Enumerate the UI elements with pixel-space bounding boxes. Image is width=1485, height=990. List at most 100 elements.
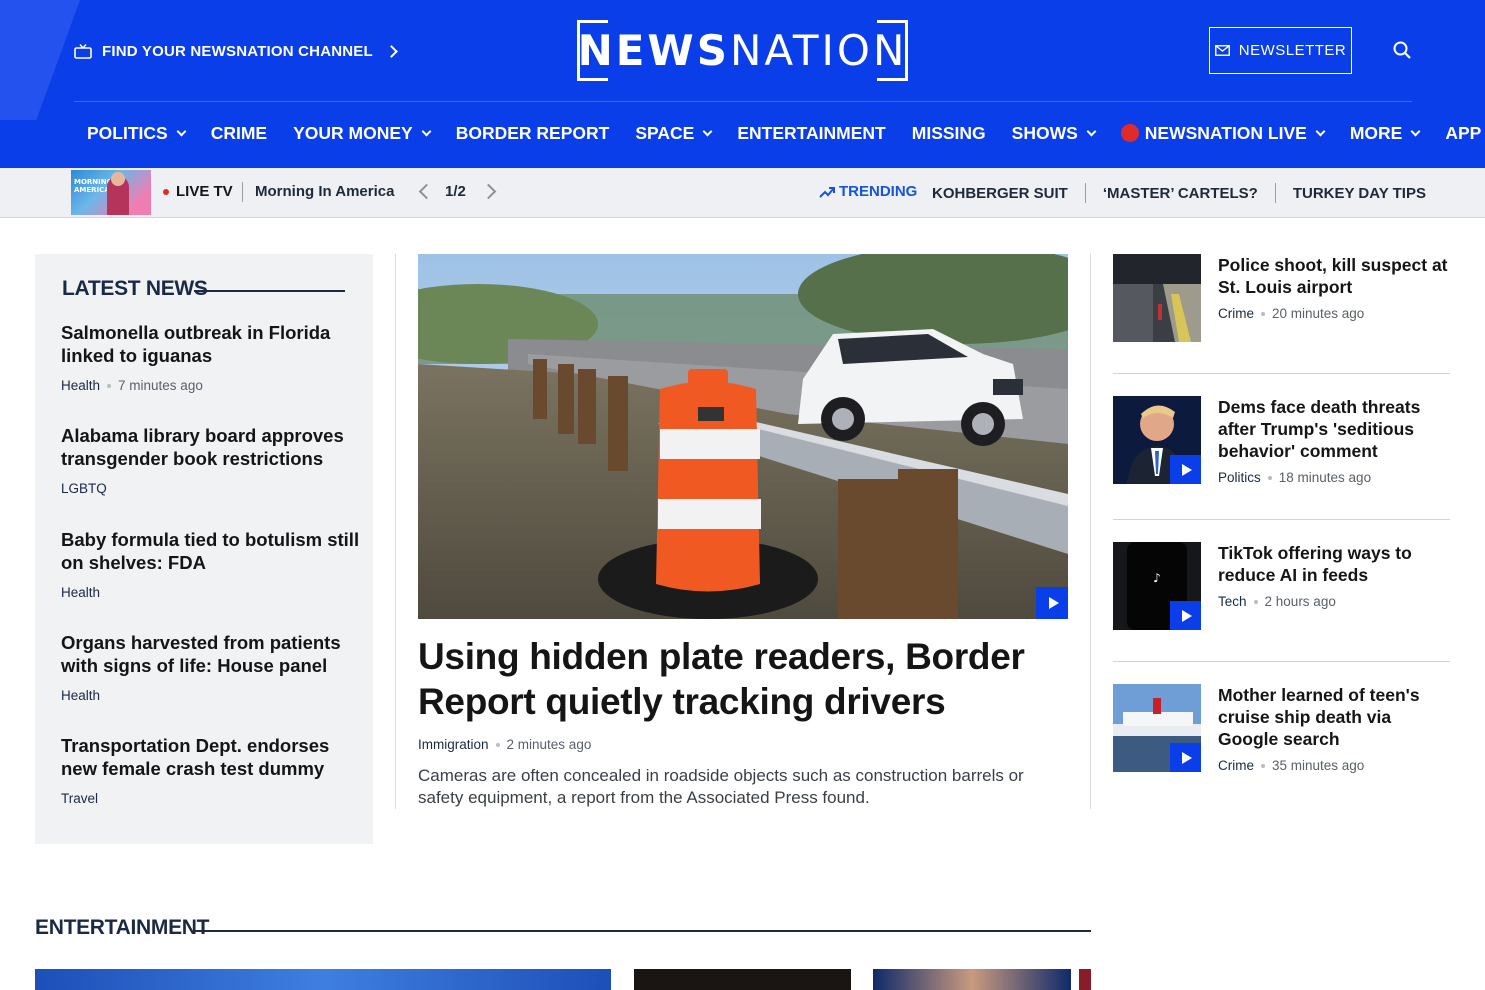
chevron-right-icon[interactable] <box>480 183 497 200</box>
chevron-down-icon <box>1086 126 1097 136</box>
divider <box>1113 373 1450 374</box>
category-link[interactable]: Travel <box>61 791 98 806</box>
headline-link[interactable]: Transportation Dept. endorses new female… <box>61 734 361 780</box>
headline-link[interactable]: Mother learned of teen's cruise ship dea… <box>1218 684 1450 750</box>
nav-item-more[interactable]: MORE <box>1350 123 1421 144</box>
chevron-down-icon <box>1410 126 1421 136</box>
divider <box>242 182 243 202</box>
entertainment-card-image[interactable] <box>634 969 851 990</box>
headline-link[interactable]: Police shoot, kill suspect at St. Louis … <box>1218 254 1450 298</box>
trending-link[interactable]: KOHBERGER SUIT <box>932 185 1068 202</box>
newsletter-button[interactable]: NEWSLETTER <box>1209 27 1352 74</box>
nav-item-shows[interactable]: SHOWS <box>1012 123 1097 144</box>
play-video-button[interactable] <box>1170 455 1201 484</box>
divider <box>1274 183 1276 203</box>
timestamp: 20 minutes ago <box>1272 306 1365 321</box>
trending-links: KOHBERGER SUIT ‘MASTER’ CARTELS? TURKEY … <box>932 183 1426 203</box>
category-link[interactable]: LGBTQ <box>61 481 107 496</box>
category-link[interactable]: Crime <box>1218 758 1254 773</box>
trending-link[interactable]: TURKEY DAY TIPS <box>1293 185 1426 202</box>
column-divider <box>395 254 396 809</box>
divider <box>1113 519 1450 520</box>
section-rule <box>194 290 345 292</box>
search-icon[interactable] <box>1393 41 1411 59</box>
main-story-meta: Immigration 2 minutes ago <box>418 737 591 752</box>
pagination-count: 1/2 <box>445 183 466 200</box>
entertainment-card-image[interactable] <box>35 969 611 990</box>
chevron-down-icon <box>1315 126 1326 136</box>
headline-link[interactable]: Salmonella outbreak in Florida linked to… <box>61 321 361 367</box>
trending-link[interactable]: ‘MASTER’ CARTELS? <box>1103 185 1258 202</box>
current-show-name[interactable]: Morning In America <box>255 183 394 200</box>
latest-news-title: LATEST NEWS <box>62 277 208 300</box>
timestamp: 18 minutes ago <box>1278 470 1372 485</box>
category-link[interactable]: Politics <box>1218 470 1261 485</box>
play-video-button[interactable] <box>1036 587 1068 619</box>
category-link[interactable]: Crime <box>1218 306 1254 321</box>
side-story: Mother learned of teen's cruise ship dea… <box>1113 684 1450 784</box>
svg-text:♪: ♪ <box>1153 571 1161 585</box>
live-tv-link[interactable]: LIVE TV <box>176 183 233 200</box>
headline-link[interactable]: Organs harvested from patients with sign… <box>61 631 361 677</box>
nav-item-space[interactable]: SPACE <box>635 123 713 144</box>
list-item: Baby formula tied to botulism still on s… <box>61 528 361 600</box>
main-story-headline[interactable]: Using hidden plate readers, Border Repor… <box>418 634 1068 724</box>
play-video-button[interactable] <box>1170 601 1201 630</box>
category-link[interactable]: Immigration <box>418 737 489 752</box>
nav-item-app[interactable]: APP <box>1445 123 1481 144</box>
headline-link[interactable]: Alabama library board approves transgend… <box>61 424 361 470</box>
find-channel-label: FIND YOUR NEWSNATION CHANNEL <box>102 42 373 60</box>
entertainment-card-image[interactable] <box>1079 969 1091 990</box>
headline-link[interactable]: Dems face death threats after Trump's 's… <box>1218 396 1450 462</box>
live-trending-bar: MORNING AMERICA LIVE TV Morning In Ameri… <box>0 168 1485 218</box>
divider <box>1113 661 1450 662</box>
story-thumbnail[interactable]: ♪ <box>1113 542 1201 630</box>
play-icon <box>1182 751 1192 764</box>
nav-item-border-report[interactable]: BORDER REPORT <box>456 123 610 144</box>
mail-icon <box>1214 45 1230 56</box>
newsnation-logo[interactable]: NEWSNATION <box>577 20 908 81</box>
find-channel-link[interactable]: FIND YOUR NEWSNATION CHANNEL <box>74 38 398 64</box>
story-thumbnail[interactable] <box>1113 254 1201 342</box>
live-indicator-icon <box>1120 124 1139 142</box>
category-link[interactable]: Tech <box>1218 594 1247 609</box>
category-link[interactable]: Health <box>61 585 100 600</box>
play-icon <box>1048 597 1059 609</box>
chevron-down-icon <box>421 126 432 136</box>
main-story-image[interactable] <box>418 254 1068 619</box>
play-icon <box>1182 463 1192 476</box>
entertainment-card-image[interactable] <box>873 969 1071 990</box>
column-divider <box>1090 254 1091 809</box>
nav-item-politics[interactable]: POLITICS <box>87 123 187 144</box>
play-video-button[interactable] <box>1170 743 1201 772</box>
logo-text: NEWSNATION <box>577 26 908 75</box>
chevron-right-icon <box>385 44 398 58</box>
live-show-thumbnail[interactable]: MORNING AMERICA <box>71 170 151 215</box>
timestamp: 35 minutes ago <box>1272 758 1365 773</box>
list-item: Transportation Dept. endorses new female… <box>61 734 361 806</box>
list-item: Salmonella outbreak in Florida linked to… <box>61 321 361 393</box>
chevron-down-icon <box>702 126 713 136</box>
main-story-description: Cameras are often concealed in roadside … <box>418 766 1024 807</box>
category-link[interactable]: Health <box>61 378 100 393</box>
divider <box>1084 183 1086 203</box>
trending-arrow-icon <box>819 186 835 198</box>
nav-item-newsnation-live[interactable]: NEWSNATION LIVE <box>1120 123 1326 144</box>
timestamp: 7 minutes ago <box>118 378 203 393</box>
headline-link[interactable]: Baby formula tied to botulism still on s… <box>61 528 361 574</box>
nav-item-entertainment[interactable]: ENTERTAINMENT <box>737 123 885 144</box>
chevron-left-icon[interactable] <box>418 183 435 200</box>
nav-item-crime[interactable]: CRIME <box>211 123 267 144</box>
trending-label: TRENDING <box>819 183 917 200</box>
story-thumbnail[interactable] <box>1113 684 1201 772</box>
headline-link[interactable]: TikTok offering ways to reduce AI in fee… <box>1218 542 1450 586</box>
timestamp: 2 hours ago <box>1264 594 1336 609</box>
newsletter-label: NEWSLETTER <box>1238 42 1347 59</box>
site-header: FIND YOUR NEWSNATION CHANNEL NEWSNATION … <box>0 0 1485 168</box>
nav-item-your-money[interactable]: YOUR MONEY <box>293 123 432 144</box>
category-link[interactable]: Health <box>61 688 100 703</box>
nav-item-missing[interactable]: MISSING <box>912 123 986 144</box>
list-item: Alabama library board approves transgend… <box>61 424 361 496</box>
latest-news-panel: LATEST NEWS Salmonella outbreak in Flori… <box>35 254 373 844</box>
story-thumbnail[interactable] <box>1113 396 1201 484</box>
